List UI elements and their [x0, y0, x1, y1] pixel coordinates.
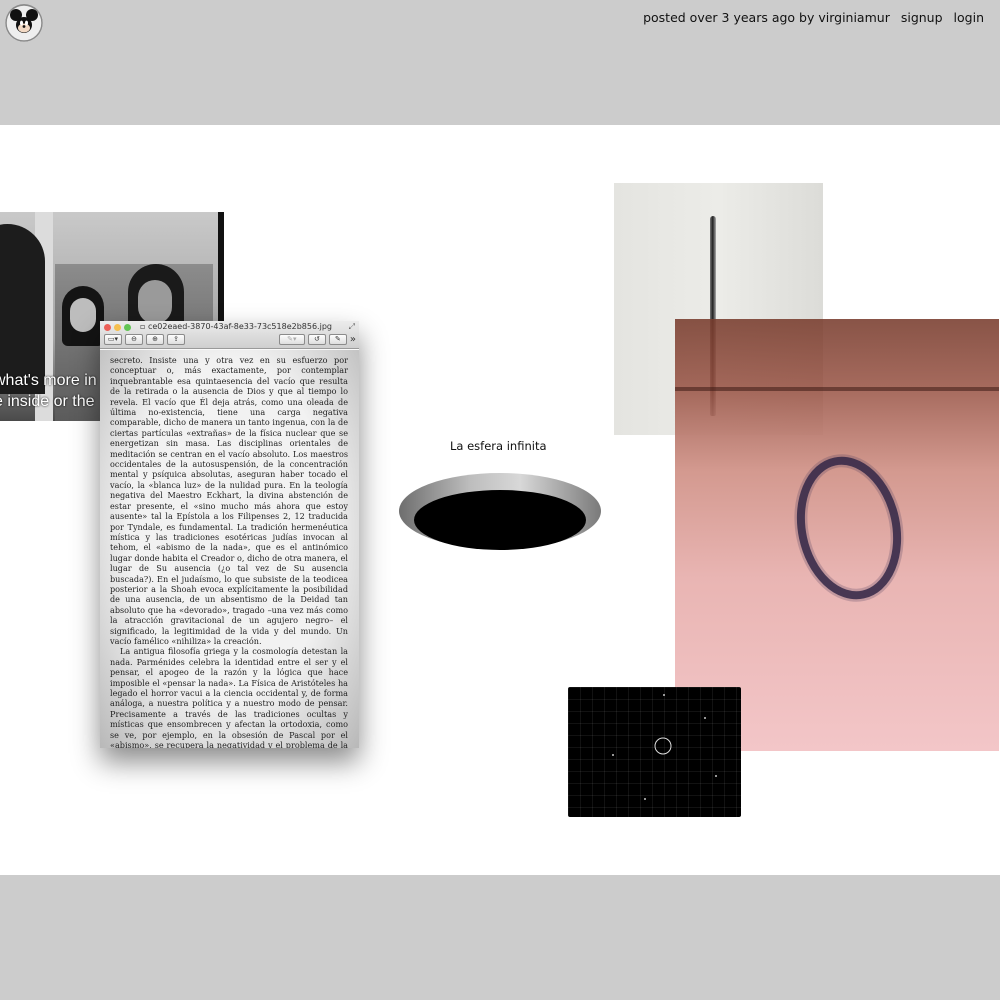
maximize-window-icon[interactable] [124, 324, 131, 331]
bottom-bar [0, 875, 1000, 1000]
spray-ring [794, 454, 904, 602]
book-paragraph: La antigua filosofía griega y la cosmolo… [110, 646, 348, 748]
rotate-icon[interactable]: ↺ [307, 334, 326, 345]
image-caption: La esfera infinita [450, 439, 547, 453]
wall-band [675, 387, 999, 391]
chevron-double-right-icon[interactable]: » [350, 334, 356, 345]
book-paragraph: secreto. Insiste una y otra vez en su es… [110, 355, 348, 646]
subtitle-line-2: e inside or the [0, 393, 95, 410]
preview-window-image[interactable]: ▫ ce02eaed-3870-43af-8e33-73c518e2b856.j… [100, 321, 359, 748]
sidebar-icon[interactable]: ▭▾ [104, 334, 122, 345]
zoom-out-icon[interactable]: ⊖ [125, 334, 143, 345]
close-window-icon[interactable] [104, 324, 111, 331]
star-field-image[interactable] [568, 687, 741, 817]
book-page: secreto. Insiste una y otra vez en su es… [100, 350, 359, 748]
zoom-in-icon[interactable]: ⊕ [146, 334, 164, 345]
top-bar: posted over 3 years ago by virginiamur s… [0, 0, 1000, 125]
mickey-mouse-icon [5, 4, 43, 42]
window-titlebar: ▫ ce02eaed-3870-43af-8e33-73c518e2b856.j… [100, 321, 359, 349]
login-link[interactable]: login [954, 10, 984, 25]
signup-link[interactable]: signup [901, 10, 943, 25]
window-controls [104, 324, 131, 331]
film-subtitles: what's more in e inside or the [0, 370, 97, 412]
window-toolbar-left: ▭▾ ⊖ ⊕ ⇪ [104, 334, 185, 345]
hole-image[interactable] [398, 472, 602, 554]
pen-icon[interactable]: ✎▾ [278, 334, 305, 345]
edit-icon[interactable]: ✎ [328, 334, 347, 345]
user-avatar[interactable] [5, 4, 43, 42]
header-nav: posted over 3 years ago by virginiamur s… [643, 10, 984, 25]
posted-by-link[interactable]: posted over 3 years ago by virginiamur [643, 10, 890, 25]
film-person-left [0, 224, 45, 394]
window-toolbar-right: ✎▾ ↺ ✎ » [278, 334, 356, 345]
share-icon[interactable]: ⇪ [167, 334, 185, 345]
subtitle-line-1: what's more in [0, 372, 97, 389]
window-filename: ▫ ce02eaed-3870-43af-8e33-73c518e2b856.j… [140, 322, 332, 331]
mood-board: what's more in e inside or the ▫ ce02eae… [0, 125, 1000, 875]
film-person-man-face [138, 280, 172, 324]
minimize-window-icon[interactable] [114, 324, 121, 331]
film-person-woman-face [70, 298, 96, 332]
expand-icon[interactable]: ⤢ [349, 322, 355, 332]
